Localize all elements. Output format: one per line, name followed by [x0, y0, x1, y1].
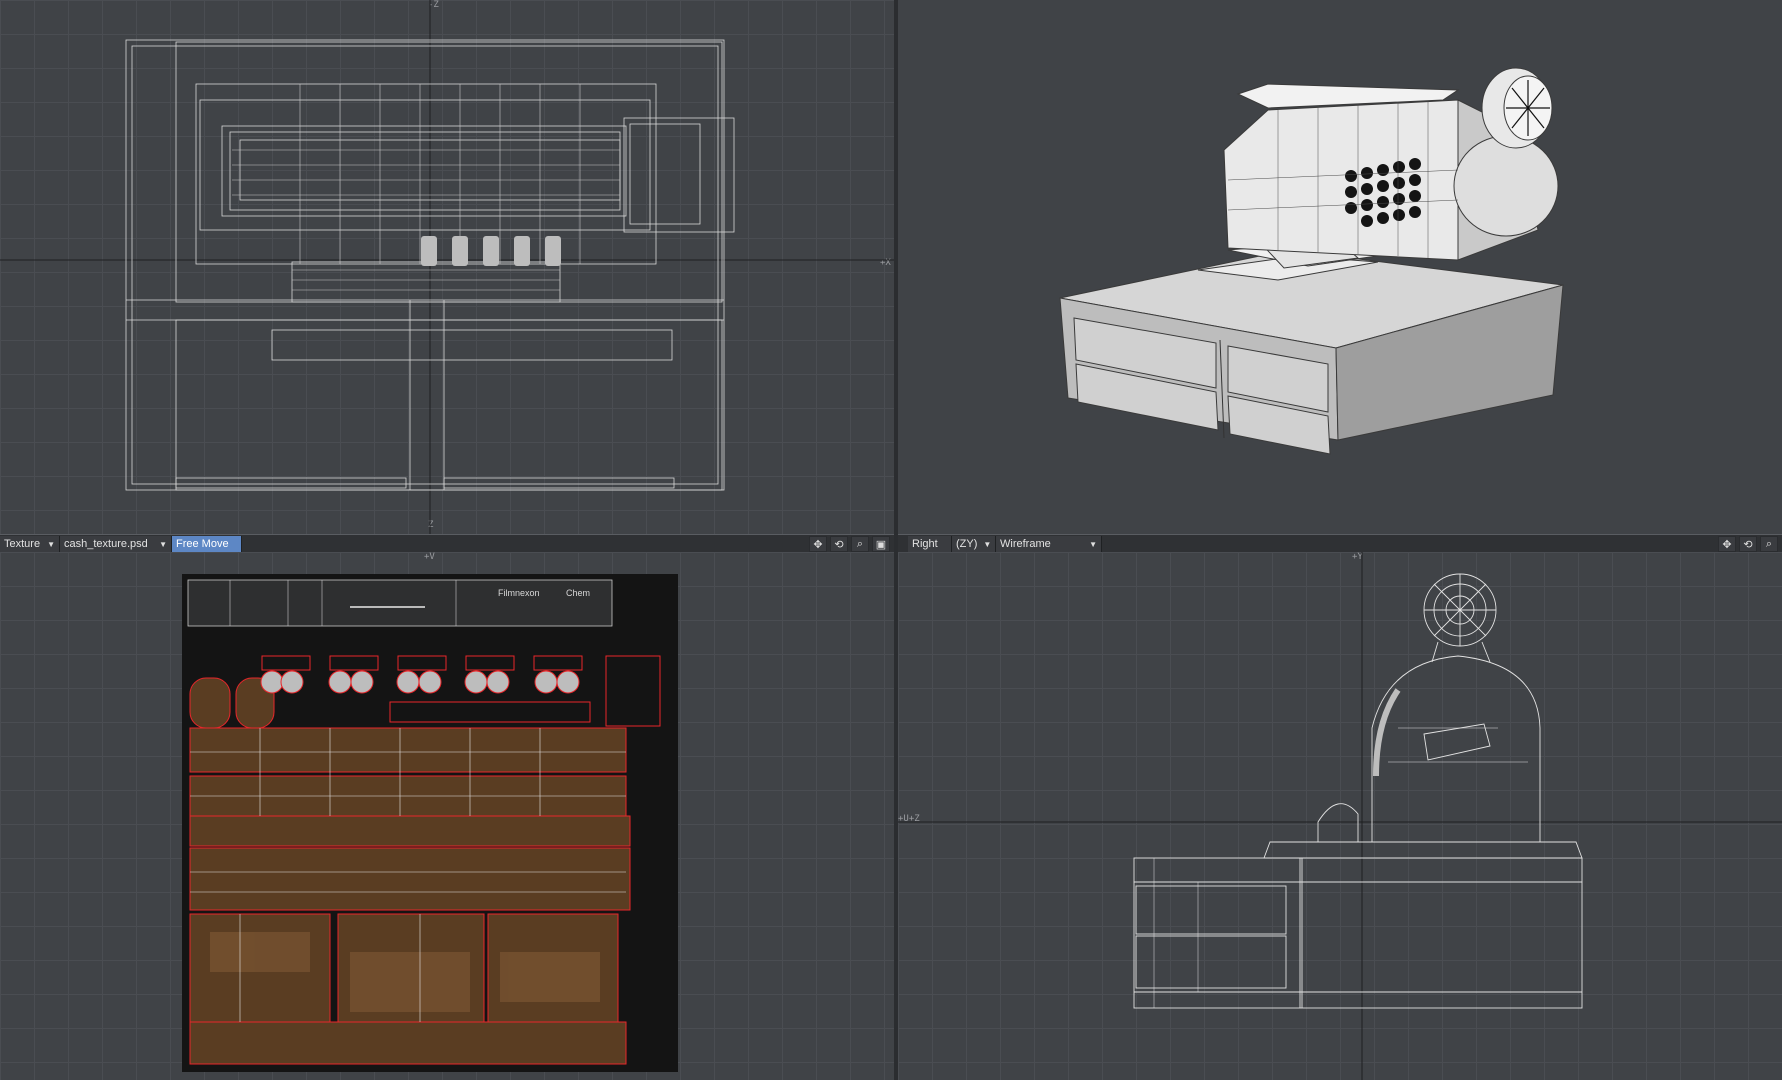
- view-mode-label: Texture: [4, 538, 41, 550]
- texture-file-dropdown[interactable]: cash_texture.psd ▼: [60, 536, 172, 552]
- view-dropdown[interactable]: Right: [908, 536, 952, 552]
- side-wireframe-model: [898, 552, 1782, 1080]
- perspective-viewport[interactable]: [898, 0, 1782, 534]
- move-icon[interactable]: ✥: [1718, 536, 1736, 552]
- right-viewport[interactable]: +Y +U+Z: [898, 552, 1782, 1080]
- uv-texture-viewport[interactable]: +V Filmnexon Chem: [0, 552, 894, 1080]
- rotate-icon[interactable]: ⟲: [1739, 536, 1757, 552]
- zoom-icon[interactable]: ⌕: [851, 536, 869, 552]
- chevron-down-icon: ▼: [983, 539, 992, 549]
- chevron-down-icon: ▼: [1089, 539, 1097, 549]
- texture-label-2: Chem: [566, 588, 591, 598]
- move-icon[interactable]: ✥: [809, 536, 827, 552]
- render-mode-label: Wireframe: [1000, 538, 1051, 550]
- cash-register-shaded-model: [1059, 67, 1564, 455]
- maximize-icon[interactable]: ▣: [872, 536, 890, 552]
- axes-label: (ZY): [956, 538, 978, 550]
- render-mode-dropdown[interactable]: Wireframe ▼: [996, 536, 1102, 552]
- texture-file-label: cash_texture.psd: [64, 538, 148, 550]
- zoom-icon[interactable]: ⌕: [1760, 536, 1778, 552]
- uv-texture-map: [182, 574, 678, 1072]
- right-viewport-toolbar: Right (ZY) ▼ Wireframe ▼ ✥ ⟲ ⌕: [898, 534, 1782, 554]
- view-mode-dropdown[interactable]: Texture ▼: [0, 536, 60, 552]
- chevron-down-icon: ▼: [47, 539, 55, 549]
- free-move-label: Free Move: [176, 538, 229, 550]
- chevron-down-icon: ▼: [159, 539, 167, 549]
- top-wireframe-model: [0, 0, 894, 534]
- top-viewport[interactable]: -Z Z +X: [0, 0, 894, 534]
- uv-viewport-toolbar: Texture ▼ cash_texture.psd ▼ Free Move ✥…: [0, 534, 894, 554]
- axes-dropdown[interactable]: (ZY) ▼: [952, 536, 996, 552]
- free-move-button[interactable]: Free Move: [172, 536, 242, 552]
- texture-label-1: Filmnexon: [498, 588, 540, 598]
- view-label: Right: [912, 538, 938, 550]
- rotate-icon[interactable]: ⟲: [830, 536, 848, 552]
